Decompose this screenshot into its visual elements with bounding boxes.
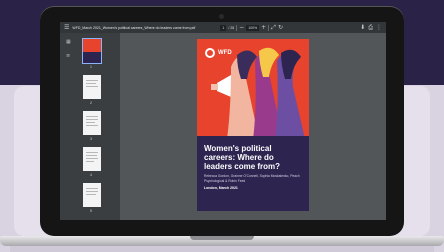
thumbnail-text-line: [86, 191, 98, 192]
file-title: WFD_March 2021_Women's political careers…: [72, 25, 196, 30]
page-total: / 28: [228, 25, 235, 30]
cover-illustration: [211, 47, 305, 139]
thumbnail-label: 4: [90, 173, 92, 177]
camera-icon: [219, 14, 224, 19]
thumbnail-label: 1: [90, 65, 92, 69]
toolbar-divider: [268, 24, 270, 31]
page-thumbnail[interactable]: [82, 38, 102, 64]
woman-hair-3: [281, 49, 301, 79]
thumbnail-text-line: [86, 80, 98, 81]
toolbar-divider: [236, 24, 238, 31]
cover-title-block: Women's political careers: Where do lead…: [197, 136, 309, 211]
zoom-in-icon[interactable]: +: [261, 22, 266, 33]
thumbnail-text-line: [86, 119, 98, 120]
hand-shape: [211, 84, 218, 90]
thumbnail-text-line: [86, 122, 95, 123]
download-icon[interactable]: ⬇: [360, 22, 365, 33]
document-place-date: London, March 2021: [204, 186, 238, 190]
thumbnail-text-line: [86, 188, 98, 189]
outline-icon[interactable]: ≡: [66, 53, 71, 59]
thumbnails-icon[interactable]: ▦: [66, 39, 71, 45]
laptop-shadow: [10, 246, 434, 252]
thumbnail-text-line: [86, 155, 97, 156]
woman-hair-2: [259, 47, 279, 77]
thumbnail-text-line: [86, 194, 96, 195]
menu-icon[interactable]: ☰: [64, 22, 69, 33]
page-thumbnail[interactable]: [83, 75, 101, 99]
thumbnail-text-line: [86, 86, 98, 87]
toolbar-actions: ⬇ ⎙ ⋮: [360, 22, 382, 33]
thumbnail-label: 5: [90, 209, 92, 213]
page-thumbnail[interactable]: [83, 111, 101, 135]
print-icon[interactable]: ⎙: [368, 22, 373, 33]
rotate-icon[interactable]: ↻: [278, 22, 283, 33]
laptop-notch: [190, 236, 254, 240]
fit-page-icon[interactable]: ⤢: [271, 22, 276, 33]
thumbnail-text-line: [86, 158, 98, 159]
zoom-level[interactable]: 100%: [246, 24, 260, 31]
document-title: Women's political careers: Where do lead…: [204, 144, 281, 171]
pdf-toolbar: ☰ WFD_March 2021_Women's political caree…: [60, 22, 386, 33]
thumbnail-text-line: [86, 125, 98, 126]
more-vert-icon[interactable]: ⋮: [376, 22, 382, 33]
page-thumbnail[interactable]: [83, 183, 101, 207]
thumbnail-label: 3: [90, 137, 92, 141]
thumbnail-text-line: [86, 83, 96, 84]
woman-hair-1: [237, 50, 257, 79]
thumbnail-sidebar: ▦ ≡ 1 2 3 4 5: [60, 33, 120, 220]
zoom-out-icon[interactable]: −: [239, 22, 244, 33]
sidebar-tools: ▦ ≡: [66, 39, 71, 59]
page-controls: 1 / 28 − 100% + ⤢ ↻: [220, 22, 283, 33]
thumbnail-text-line: [86, 116, 98, 117]
thumbnail-text-line: [86, 152, 98, 153]
thumbnail-text-line: [86, 161, 94, 162]
pdf-page-cover: WFD Women's political careers: Where do …: [197, 39, 309, 211]
page-number-input[interactable]: 1: [220, 24, 227, 31]
megaphone-icon: [217, 75, 231, 97]
thumbnail-label: 2: [90, 101, 92, 105]
document-authors: Rebecca Gordon, Grainne O'Connell, Sophi…: [204, 174, 300, 183]
page-thumbnail[interactable]: [83, 147, 101, 171]
thumbnail-cover-band: [83, 52, 101, 63]
laptop-screen: ☰ WFD_March 2021_Women's political caree…: [60, 22, 386, 220]
